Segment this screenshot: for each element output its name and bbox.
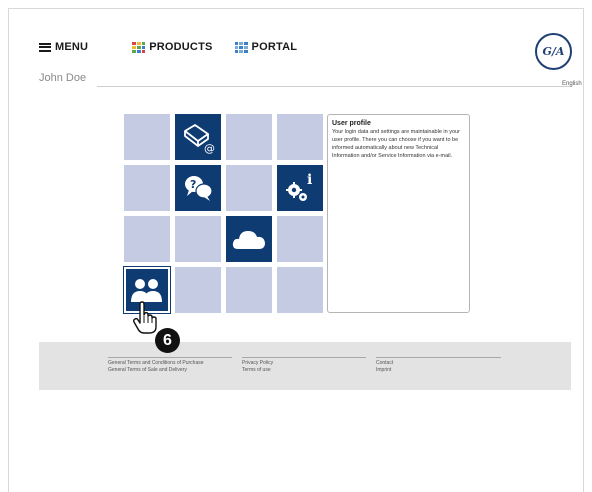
header-divider bbox=[97, 86, 572, 87]
company-logo[interactable]: G/A bbox=[535, 33, 572, 70]
pointer-hand-icon bbox=[132, 301, 157, 334]
tile-empty bbox=[277, 216, 323, 262]
tile-empty bbox=[175, 216, 221, 262]
footer-col-contact: Contact Imprint bbox=[376, 357, 501, 374]
svg-text:i: i bbox=[307, 172, 312, 188]
book-email-icon: @ bbox=[180, 119, 216, 155]
tile-empty bbox=[124, 216, 170, 262]
logo-text: G/A bbox=[542, 45, 565, 58]
portal-button[interactable]: PORTAL bbox=[234, 41, 298, 53]
tile-cloud[interactable] bbox=[226, 216, 272, 262]
menu-button[interactable]: MENU bbox=[39, 41, 88, 53]
footer-link-sale-terms[interactable]: General Terms of Sale and Delivery bbox=[108, 367, 232, 374]
language-selector[interactable]: English bbox=[562, 81, 582, 87]
info-panel: User profile Your login data and setting… bbox=[327, 114, 470, 313]
hamburger-icon bbox=[39, 42, 51, 52]
tile-settings-info[interactable]: i bbox=[277, 165, 323, 211]
tile-empty bbox=[124, 114, 170, 160]
footer-col-legal: Privacy Policy Terms of use bbox=[242, 357, 366, 374]
tile-empty bbox=[226, 267, 272, 313]
tile-empty bbox=[277, 267, 323, 313]
faq-chat-icon: ? bbox=[180, 170, 216, 206]
tile-empty bbox=[124, 165, 170, 211]
products-button[interactable]: PRODUCTS bbox=[132, 41, 212, 53]
tile-book-email[interactable]: @ bbox=[175, 114, 221, 160]
products-grid-icon bbox=[132, 41, 146, 53]
products-label: PRODUCTS bbox=[149, 41, 213, 53]
footer: General Terms and Conditions of Purchase… bbox=[39, 342, 571, 390]
user-name: John Doe bbox=[39, 72, 87, 84]
portal-grid-icon bbox=[234, 41, 248, 53]
tile-empty bbox=[226, 114, 272, 160]
tile-faq-chat[interactable]: ? bbox=[175, 165, 221, 211]
main-nav: MENU PRODUCTS PORTAL bbox=[39, 41, 297, 53]
portal-label: PORTAL bbox=[251, 41, 298, 53]
cloud-icon bbox=[230, 221, 268, 257]
footer-col-terms: General Terms and Conditions of Purchase… bbox=[108, 357, 232, 374]
settings-info-icon: i bbox=[282, 170, 318, 206]
tile-empty bbox=[277, 114, 323, 160]
menu-label: MENU bbox=[55, 41, 89, 53]
footer-link-purchase-terms[interactable]: General Terms and Conditions of Purchase bbox=[108, 360, 232, 367]
svg-text:@: @ bbox=[204, 142, 215, 155]
footer-link-terms-of-use[interactable]: Terms of use bbox=[242, 367, 366, 374]
svg-text:?: ? bbox=[190, 178, 196, 191]
tile-empty bbox=[175, 267, 221, 313]
footer-link-privacy[interactable]: Privacy Policy bbox=[242, 360, 366, 367]
info-title: User profile bbox=[332, 120, 371, 127]
info-text: Your login data and settings are maintai… bbox=[332, 129, 460, 159]
tile-empty bbox=[226, 165, 272, 211]
footer-link-imprint[interactable]: Imprint bbox=[376, 367, 501, 374]
footer-link-contact[interactable]: Contact bbox=[376, 360, 501, 367]
